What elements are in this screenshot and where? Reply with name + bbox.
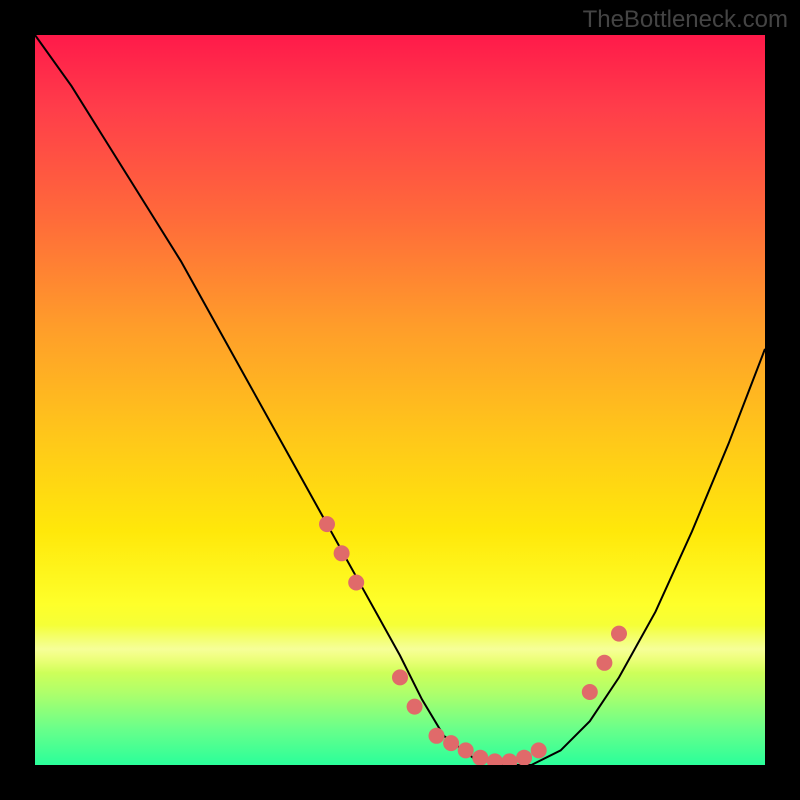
highlight-dot (348, 575, 364, 591)
bottleneck-curve-line (35, 35, 765, 765)
highlight-dot (429, 728, 445, 744)
curve-svg (35, 35, 765, 765)
chart-container: TheBottleneck.com (0, 0, 800, 800)
highlight-dot (582, 684, 598, 700)
highlight-dot (458, 742, 474, 758)
highlight-dots-group (319, 516, 627, 765)
highlight-dot (334, 545, 350, 561)
highlight-dot (487, 753, 503, 765)
highlight-dot (611, 626, 627, 642)
highlight-dot (407, 699, 423, 715)
highlight-dot (516, 750, 532, 765)
plot-area (35, 35, 765, 765)
highlight-dot (596, 655, 612, 671)
watermark-text: TheBottleneck.com (583, 6, 788, 34)
highlight-dot (392, 669, 408, 685)
highlight-dot (319, 516, 335, 532)
highlight-dot (502, 753, 518, 765)
highlight-dot (531, 742, 547, 758)
highlight-dot (443, 735, 459, 751)
highlight-dot (472, 750, 488, 765)
